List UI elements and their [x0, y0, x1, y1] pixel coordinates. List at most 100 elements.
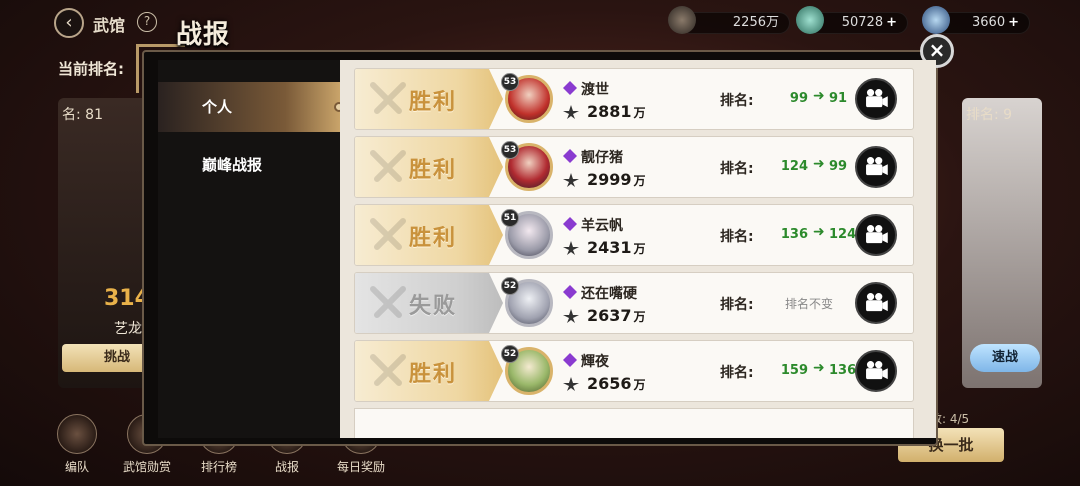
- power-icon: [563, 309, 579, 323]
- rank-label: 排名:: [720, 161, 754, 177]
- crossed-swords-icon: [370, 286, 406, 318]
- power-unit: 万: [633, 310, 646, 324]
- nav-label: 战报: [274, 460, 299, 474]
- jade-icon: [796, 6, 824, 34]
- replay-camera-button[interactable]: [855, 146, 897, 188]
- tab-personal[interactable]: 个人: [158, 82, 344, 132]
- level-badge: 53: [501, 73, 519, 91]
- power-unit: 万: [633, 378, 646, 392]
- crossed-swords-icon: [370, 218, 406, 250]
- back-arrow-icon[interactable]: ‹: [54, 8, 84, 38]
- current-rank-label: 当前排名:: [58, 60, 124, 78]
- result-label: 失败: [409, 294, 458, 319]
- rank-from: 159: [780, 363, 808, 378]
- rank-from: 136: [780, 227, 808, 242]
- player-name: 輝夜: [581, 354, 609, 370]
- level-badge: 52: [501, 277, 519, 295]
- power-unit: 万: [633, 174, 646, 188]
- power-icon: [563, 105, 579, 119]
- player-name: 还在嘴硬: [581, 286, 637, 302]
- rank-to: 91: [829, 91, 848, 106]
- rank-label: 排名:: [720, 297, 754, 313]
- result-label: 胜利: [409, 362, 458, 387]
- tab-label: 巅峰战报: [202, 156, 263, 174]
- rank-diamond-icon: [563, 149, 577, 163]
- modal-title: 战报: [176, 20, 231, 50]
- player-name: 渡世: [581, 82, 609, 98]
- rank-diamond-icon: [563, 81, 577, 95]
- rank-label: 排名:: [720, 229, 754, 245]
- opponent-rank-right: 排名: 9: [966, 107, 1013, 123]
- video-camera-icon: [866, 157, 888, 176]
- power-icon: [563, 173, 579, 187]
- rank-to: 136: [829, 363, 857, 378]
- opponent-name-left: 艺龙: [114, 321, 142, 337]
- jade-plus-icon[interactable]: +: [886, 15, 897, 30]
- report-row: 胜利 53 靓仔猪 2999 万 排名: 124 ➜ 99: [354, 136, 914, 198]
- video-camera-icon: [866, 225, 888, 244]
- crystal-plus-icon[interactable]: +: [1008, 15, 1019, 30]
- player-name: 羊云帆: [581, 218, 623, 234]
- report-row: 胜利 52 輝夜 2656 万 排名: 159 ➜ 136: [354, 340, 914, 402]
- video-camera-icon: [866, 293, 888, 312]
- power-resource: 2256万: [680, 12, 790, 34]
- power-icon: [563, 377, 579, 391]
- power-value: 2431 万: [587, 238, 646, 257]
- power-number: 2431: [587, 238, 632, 257]
- rank-from: 99: [789, 91, 808, 106]
- power-value: 2637 万: [587, 306, 646, 325]
- report-row-partial: [354, 408, 914, 438]
- rank-up-arrow-icon: ➜: [813, 156, 825, 172]
- tab-peak-report[interactable]: 巅峰战报: [158, 140, 340, 190]
- jade-value: 50728: [841, 15, 884, 30]
- power-number: 2999: [587, 170, 632, 189]
- power-value: 2656 万: [587, 374, 646, 393]
- crossed-swords-icon: [370, 150, 406, 182]
- level-badge: 53: [501, 141, 519, 159]
- report-row: 失败 52 还在嘴硬 2637 万 排名: 排名不变: [354, 272, 914, 334]
- result-band: 胜利: [355, 137, 503, 197]
- top-bar: ‹ 武馆 ? 2256万 50728 + 3660 +: [0, 0, 1080, 46]
- power-icon: [563, 241, 579, 255]
- power-value: 2881 万: [587, 102, 646, 121]
- power-number: 2637: [587, 306, 632, 325]
- power-value: 2256万: [732, 15, 779, 30]
- nav-label: 编队: [64, 460, 89, 474]
- replay-camera-button[interactable]: [855, 282, 897, 324]
- report-row: 胜利 53 渡世 2881 万 排名: 99 ➜ 91: [354, 68, 914, 130]
- power-emblem-icon: [668, 6, 696, 34]
- replay-camera-button[interactable]: [855, 350, 897, 392]
- level-badge: 51: [501, 209, 519, 227]
- result-label: 胜利: [409, 90, 458, 115]
- help-icon[interactable]: ?: [137, 12, 157, 32]
- power-value: 2999 万: [587, 170, 646, 189]
- nav-label: 武馆勋赏: [122, 460, 171, 474]
- rank-from: 124: [780, 159, 808, 174]
- power-unit: 万: [633, 106, 646, 120]
- rank-diamond-icon: [563, 217, 577, 231]
- result-band: 胜利: [355, 205, 503, 265]
- result-band: 胜利: [355, 69, 503, 129]
- video-camera-icon: [866, 361, 888, 380]
- result-band: 胜利: [355, 341, 503, 401]
- opponent-rank-left: 名: 81: [62, 107, 103, 123]
- result-label: 胜利: [409, 226, 458, 251]
- power-unit: 万: [633, 242, 646, 256]
- replay-camera-button[interactable]: [855, 214, 897, 256]
- rank-label: 排名:: [720, 365, 754, 381]
- result-band: 失败: [355, 273, 503, 333]
- rank-up-arrow-icon: ➜: [813, 360, 825, 376]
- power-number: 2656: [587, 374, 632, 393]
- crossed-swords-icon: [370, 82, 406, 114]
- nav-formation[interactable]: 编队: [42, 414, 112, 475]
- report-list[interactable]: 胜利 53 渡世 2881 万 排名: 99 ➜ 91 胜利 53 靓仔猪 29…: [340, 60, 936, 438]
- quick-battle-button[interactable]: 速战: [970, 344, 1040, 372]
- rank-to: 124: [829, 227, 857, 242]
- tab-label: 个人: [202, 98, 233, 116]
- rank-up-arrow-icon: ➜: [813, 224, 825, 240]
- report-row: 胜利 51 羊云帆 2431 万 排名: 136 ➜ 124: [354, 204, 914, 266]
- formation-icon: [57, 414, 97, 454]
- replay-camera-button[interactable]: [855, 78, 897, 120]
- page-title: 武馆: [93, 16, 126, 35]
- crystal-icon: [922, 6, 950, 34]
